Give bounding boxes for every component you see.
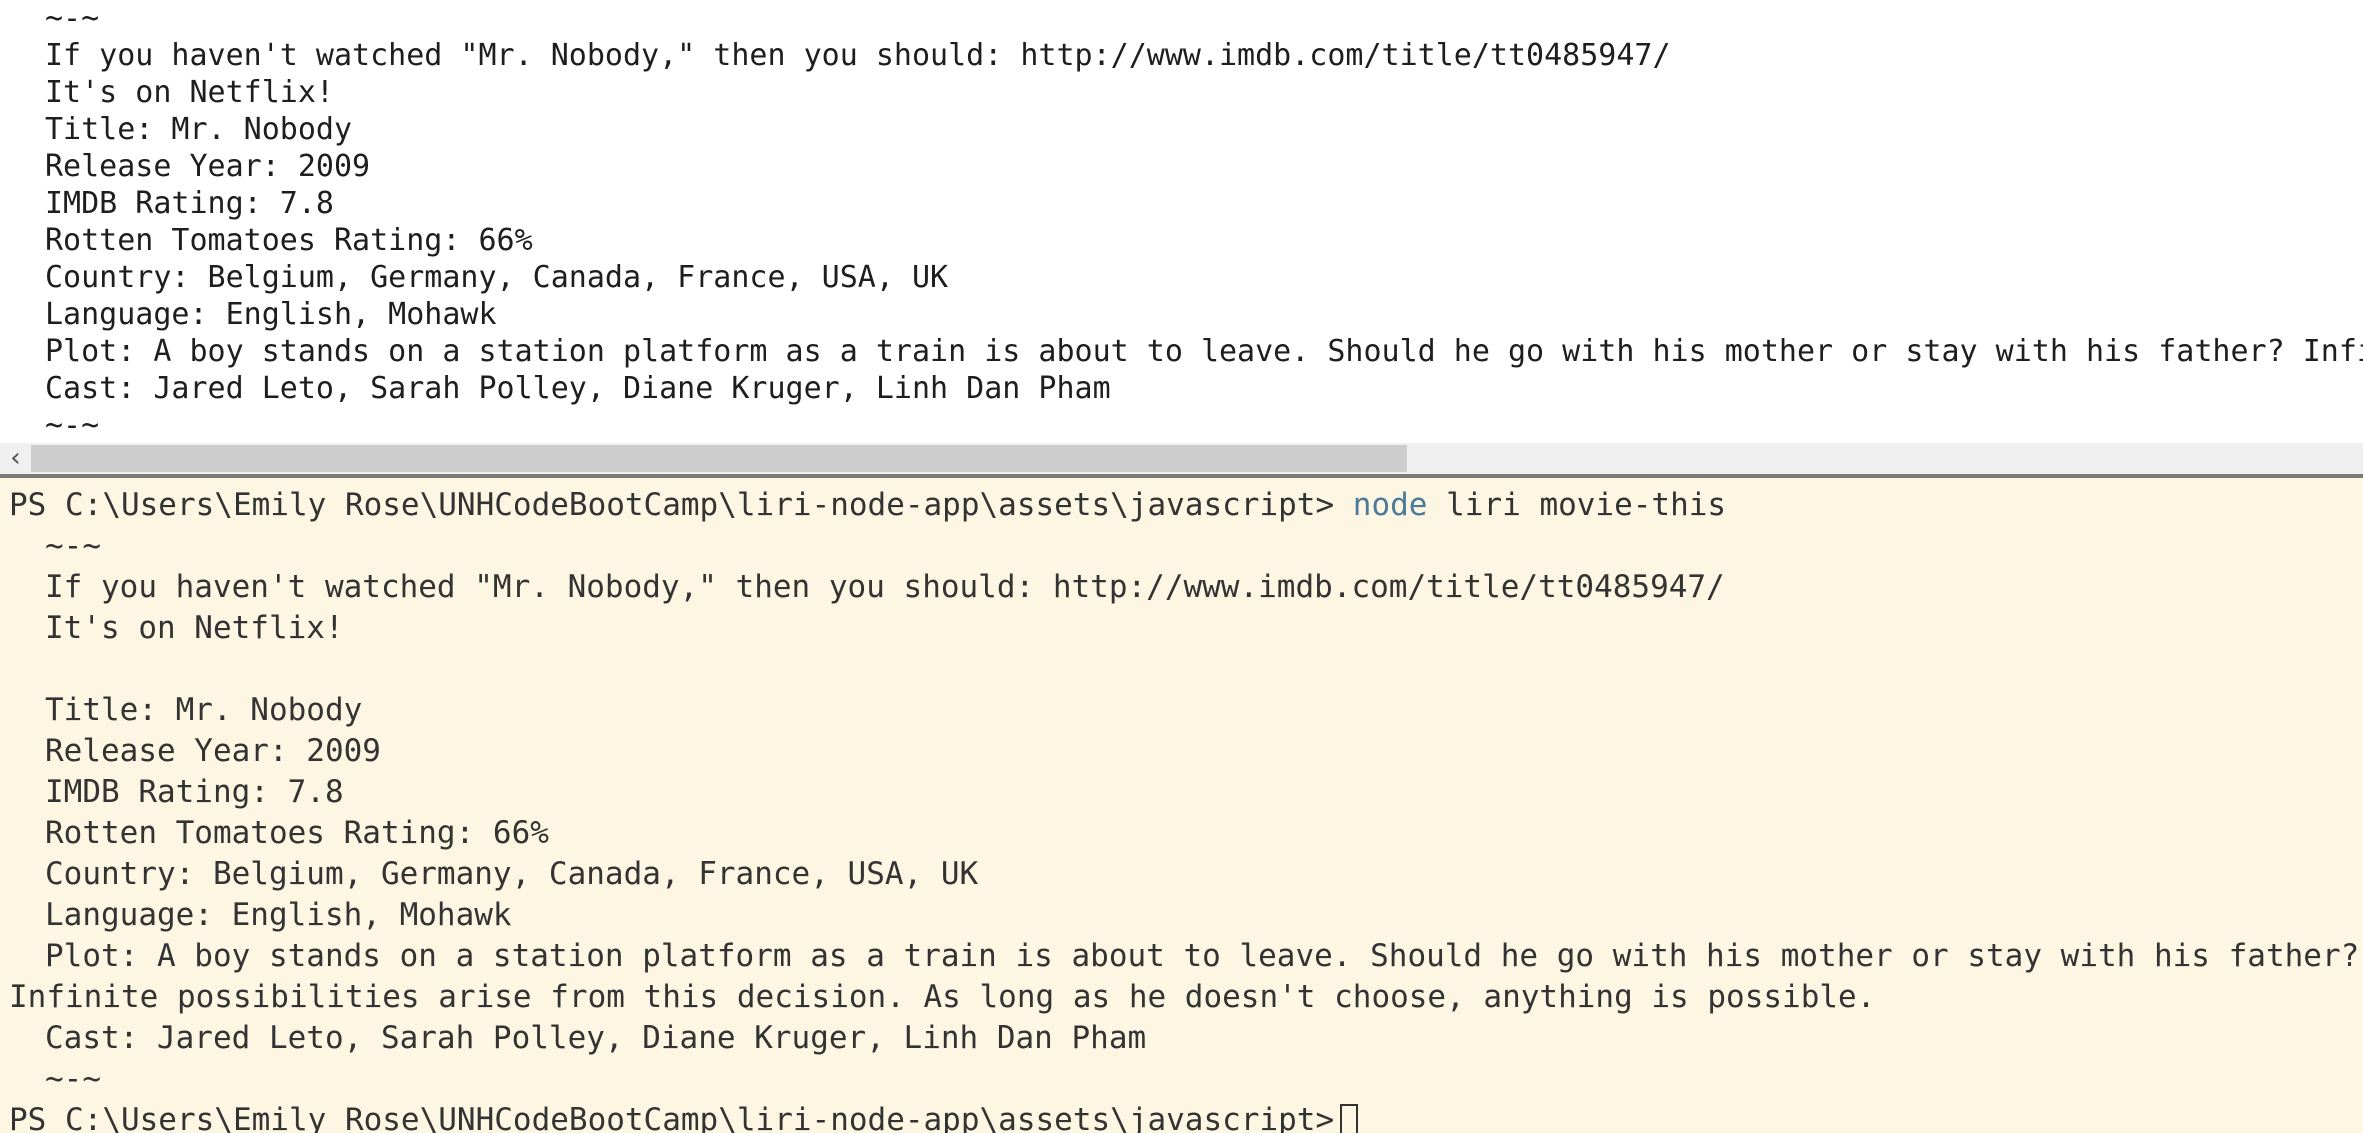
log-line-rt-rating: Rotten Tomatoes Rating: 66% <box>45 223 533 258</box>
horizontal-scrollbar[interactable]: ‹ <box>0 443 2363 474</box>
log-line-imdb-rating: IMDB Rating: 7.8 <box>45 186 334 221</box>
output-watch-line: If you haven't watched "Mr. Nobody," the… <box>45 569 1725 605</box>
final-prompt: PS C:\Users\Emily Rose\UNHCodeBootCamp\l… <box>9 1102 1335 1133</box>
output-cast: Cast: Jared Leto, Sarah Polley, Diane Kr… <box>45 1020 1147 1056</box>
log-line-cast: Cast: Jared Leto, Sarah Polley, Diane Kr… <box>45 371 1111 406</box>
final-prompt-line[interactable]: PS C:\Users\Emily Rose\UNHCodeBootCamp\l… <box>9 1100 1359 1133</box>
log-line-plot: Plot: A boy stands on a station platform… <box>45 334 2363 369</box>
scroll-left-icon[interactable]: ‹ <box>0 443 31 474</box>
log-line-watch: If you haven't watched "Mr. Nobody," the… <box>45 38 1671 73</box>
output-imdb-rating: IMDB Rating: 7.8 <box>45 774 344 810</box>
output-plot-line-2: Infinite possibilities arise from this d… <box>9 979 1876 1015</box>
prompt: PS C:\Users\Emily Rose\UNHCodeBootCamp\l… <box>9 487 1335 523</box>
output-language: Language: English, Mohawk <box>45 897 512 933</box>
command-args: liri movie-this <box>1446 487 1727 523</box>
output-netflix-line: It's on Netflix! <box>45 610 344 646</box>
output-title: Title: Mr. Nobody <box>45 692 363 728</box>
output-plot-line-1: Plot: A boy stands on a station platform… <box>45 938 2360 974</box>
output-separator-open: ~-~ <box>45 528 101 564</box>
log-line-separator-close: ~-~ <box>45 408 100 443</box>
output-country: Country: Belgium, Germany, Canada, Franc… <box>45 856 979 892</box>
output-rt-rating: Rotten Tomatoes Rating: 66% <box>45 815 549 851</box>
log-line-country: Country: Belgium, Germany, Canada, Franc… <box>45 260 949 295</box>
terminal-pane[interactable]: PS C:\Users\Emily Rose\UNHCodeBootCamp\l… <box>0 478 2363 1133</box>
log-output-pane: ~-~ If you haven't watched "Mr. Nobody,"… <box>0 0 2363 443</box>
command-keyword: node <box>1352 487 1428 523</box>
log-line-language: Language: English, Mohawk <box>45 297 497 332</box>
scrollbar-thumb[interactable] <box>31 445 1407 472</box>
output-release-year: Release Year: 2009 <box>45 733 381 769</box>
log-line-release-year: Release Year: 2009 <box>45 149 371 184</box>
output-separator-close: ~-~ <box>45 1061 101 1097</box>
log-line-netflix: It's on Netflix! <box>45 75 334 110</box>
log-line-title: Title: Mr. Nobody <box>45 112 353 147</box>
command-line: PS C:\Users\Emily Rose\UNHCodeBootCamp\l… <box>9 485 1726 526</box>
log-line-separator-open: ~-~ <box>45 1 100 36</box>
text-cursor <box>1340 1104 1359 1133</box>
